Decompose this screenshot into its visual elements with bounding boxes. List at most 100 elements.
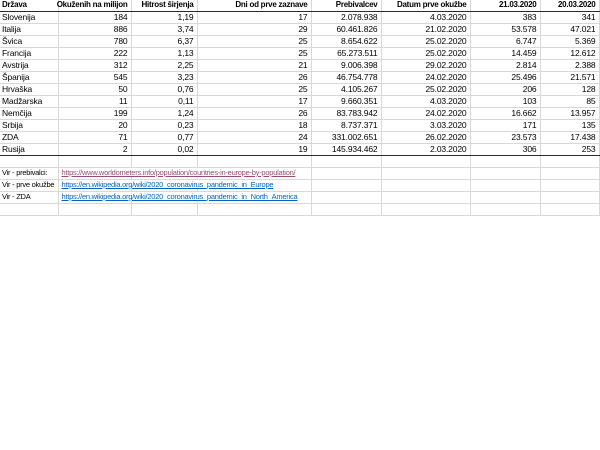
value-cell[interactable]: 128 [540,84,599,96]
value-cell[interactable]: 331.002.651 [311,132,381,144]
value-cell[interactable]: 184 [58,12,131,24]
source-label-cell[interactable]: Vir - prve okužbe [0,180,58,192]
value-cell[interactable]: 222 [58,48,131,60]
value-cell[interactable]: 1,13 [131,48,197,60]
value-cell[interactable]: 25.02.2020 [381,36,470,48]
value-cell[interactable]: 545 [58,72,131,84]
value-cell[interactable]: 83.783.942 [311,108,381,120]
source-label-cell[interactable]: Vir - ZDA [0,192,58,204]
value-cell[interactable]: 3.03.2020 [381,120,470,132]
value-cell[interactable]: 2.388 [540,60,599,72]
value-cell[interactable]: 8.737.371 [311,120,381,132]
empty-cell[interactable] [540,156,599,168]
value-cell[interactable]: 5.369 [540,36,599,48]
empty-cell[interactable] [470,204,540,216]
value-cell[interactable]: 20 [58,120,131,132]
empty-cell[interactable] [470,156,540,168]
value-cell[interactable]: 103 [470,96,540,108]
value-cell[interactable]: 312 [58,60,131,72]
value-cell[interactable]: 17.438 [540,132,599,144]
value-cell[interactable]: 29.02.2020 [381,60,470,72]
country-cell[interactable]: Italija [0,24,58,36]
value-cell[interactable]: 383 [470,12,540,24]
value-cell[interactable]: 24.02.2020 [381,108,470,120]
country-cell[interactable]: Madžarska [0,96,58,108]
country-cell[interactable]: Hrvaška [0,84,58,96]
value-cell[interactable]: 9.660.351 [311,96,381,108]
value-cell[interactable]: 886 [58,24,131,36]
column-header[interactable]: Datum prve okužbe [381,0,470,12]
value-cell[interactable]: 24.02.2020 [381,72,470,84]
value-cell[interactable]: 135 [540,120,599,132]
country-cell[interactable]: Švica [0,36,58,48]
value-cell[interactable]: 780 [58,36,131,48]
value-cell[interactable]: 26 [197,72,311,84]
country-cell[interactable]: Srbija [0,120,58,132]
value-cell[interactable]: 6.747 [470,36,540,48]
source-url-cell[interactable]: https://en.wikipedia.org/wiki/2020_coron… [58,192,131,204]
value-cell[interactable]: 17 [197,96,311,108]
value-cell[interactable]: 0,11 [131,96,197,108]
value-cell[interactable]: 19 [197,144,311,156]
value-cell[interactable]: 25.02.2020 [381,84,470,96]
country-cell[interactable]: Rusija [0,144,58,156]
value-cell[interactable]: 18 [197,120,311,132]
empty-cell[interactable] [58,204,131,216]
value-cell[interactable]: 23.573 [470,132,540,144]
empty-cell[interactable] [470,192,540,204]
value-cell[interactable]: 71 [58,132,131,144]
country-cell[interactable]: ZDA [0,132,58,144]
value-cell[interactable]: 14.459 [470,48,540,60]
value-cell[interactable]: 341 [540,12,599,24]
empty-cell[interactable] [540,192,599,204]
empty-cell[interactable] [381,180,470,192]
value-cell[interactable]: 0,02 [131,144,197,156]
value-cell[interactable]: 13.957 [540,108,599,120]
value-cell[interactable]: 26.02.2020 [381,132,470,144]
country-cell[interactable]: Španija [0,72,58,84]
empty-cell[interactable] [540,180,599,192]
value-cell[interactable]: 2.078.938 [311,12,381,24]
value-cell[interactable]: 25.496 [470,72,540,84]
empty-cell[interactable] [311,180,381,192]
value-cell[interactable]: 0,77 [131,132,197,144]
value-cell[interactable]: 4.03.2020 [381,12,470,24]
value-cell[interactable]: 29 [197,24,311,36]
value-cell[interactable]: 2,25 [131,60,197,72]
country-cell[interactable]: Avstrija [0,60,58,72]
country-cell[interactable]: Francija [0,48,58,60]
value-cell[interactable]: 0,23 [131,120,197,132]
value-cell[interactable]: 2.814 [470,60,540,72]
empty-cell[interactable] [381,192,470,204]
value-cell[interactable]: 24 [197,132,311,144]
value-cell[interactable]: 0,76 [131,84,197,96]
country-cell[interactable]: Slovenija [0,12,58,24]
value-cell[interactable]: 46.754.778 [311,72,381,84]
value-cell[interactable]: 8.654.622 [311,36,381,48]
empty-cell[interactable] [131,204,197,216]
value-cell[interactable]: 47.021 [540,24,599,36]
empty-cell[interactable] [381,168,470,180]
value-cell[interactable]: 25.02.2020 [381,48,470,60]
value-cell[interactable]: 206 [470,84,540,96]
empty-cell[interactable] [0,156,58,168]
value-cell[interactable]: 25 [197,36,311,48]
source-link[interactable]: https://en.wikipedia.org/wiki/2020_coron… [62,180,276,189]
empty-cell[interactable] [381,204,470,216]
empty-cell[interactable] [470,180,540,192]
value-cell[interactable]: 25 [197,48,311,60]
value-cell[interactable]: 50 [58,84,131,96]
value-cell[interactable]: 4.105.267 [311,84,381,96]
value-cell[interactable]: 6,37 [131,36,197,48]
value-cell[interactable]: 145.934.462 [311,144,381,156]
value-cell[interactable]: 199 [58,108,131,120]
value-cell[interactable]: 21.02.2020 [381,24,470,36]
value-cell[interactable]: 11 [58,96,131,108]
empty-cell[interactable] [58,156,131,168]
value-cell[interactable]: 16.662 [470,108,540,120]
empty-cell[interactable] [311,192,381,204]
empty-cell[interactable] [540,168,599,180]
empty-cell[interactable] [311,168,381,180]
value-cell[interactable]: 21 [197,60,311,72]
empty-cell[interactable] [311,156,381,168]
